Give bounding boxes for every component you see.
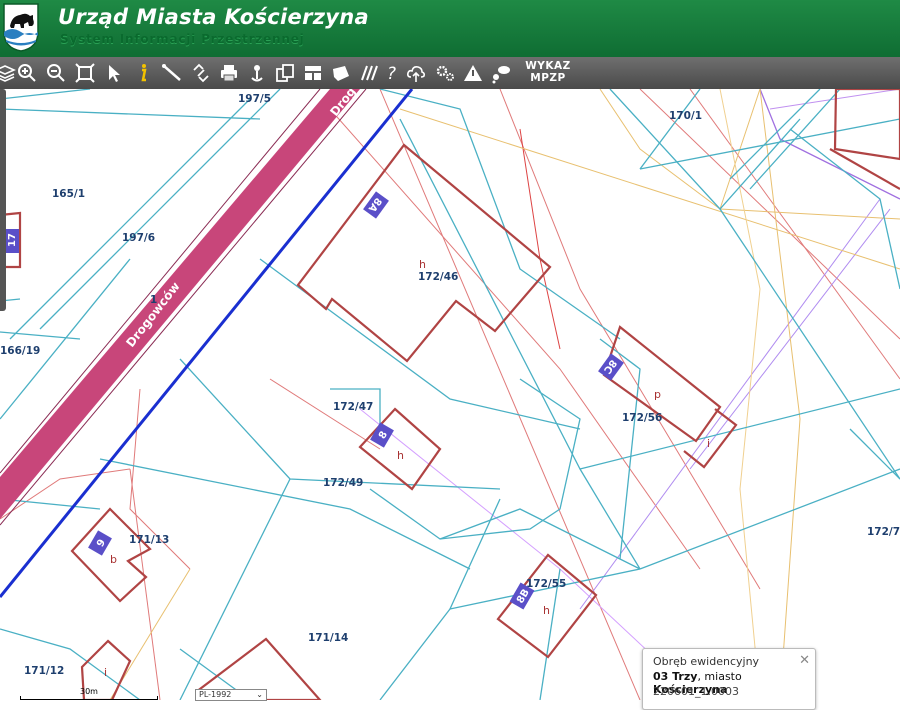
layout-icon[interactable] [300, 60, 326, 86]
wykaz-mpzp-button[interactable]: WYKAZ MPZP [522, 60, 574, 86]
info-popup: ✕ Obręb ewidencyjny 03 Trzy, miasto Kośc… [642, 648, 816, 710]
side-panel-handle[interactable] [0, 89, 6, 311]
scale-label: 30m [80, 687, 98, 696]
map-toolbar: ? WYKAZ MPZP [0, 57, 900, 89]
mpzp-label: MPZP [530, 72, 566, 84]
house-number-badge: 8 [370, 422, 394, 448]
chevron-down-icon: ⌄ [256, 690, 263, 699]
parcel-label: 197/5 [238, 93, 271, 105]
link-icon[interactable] [188, 60, 214, 86]
info-icon[interactable] [130, 60, 156, 86]
info-code: 220601_1.0003 [653, 685, 739, 698]
parcel-label: 172/46 [418, 271, 458, 283]
zoom-out-icon[interactable] [43, 60, 69, 86]
parcel-label: 172/47 [333, 401, 373, 413]
settings-icon[interactable] [432, 60, 458, 86]
use-label: h [543, 604, 550, 617]
use-label: p [654, 388, 661, 401]
use-label: b [110, 553, 117, 566]
parcel-label: 166/19 [0, 345, 40, 357]
info-title: Obręb ewidencyjny [653, 655, 760, 668]
parcel-boundaries [0, 89, 900, 700]
app-subtitle: System Informacji Przestrzennej [60, 32, 305, 46]
use-label: i [707, 437, 710, 450]
zoom-extent-icon[interactable] [72, 60, 98, 86]
parcel-label: 172/49 [323, 477, 363, 489]
pointer-icon[interactable] [101, 60, 127, 86]
house-number: 17 [7, 233, 18, 247]
help-icon[interactable]: ? [379, 60, 405, 86]
crs-select[interactable]: PL-1992 ⌄ [195, 689, 267, 701]
scale-bar: 30m [20, 687, 158, 700]
use-label: i [104, 666, 107, 679]
warning-icon[interactable] [460, 60, 486, 86]
print-icon[interactable] [216, 60, 242, 86]
scale-line [20, 696, 158, 700]
parcel-label: 171/14 [308, 632, 348, 644]
parcel-labels: 197/5 170/1 165/1 197/6 172/46 166/19 17… [0, 93, 900, 677]
copy-icon[interactable] [272, 60, 298, 86]
use-label: h [419, 258, 426, 271]
parcel-label: 197/6 [122, 232, 155, 244]
shape-icon[interactable] [328, 60, 354, 86]
road-drogowcow [0, 89, 360, 519]
parcel-label: 172/56 [622, 412, 662, 424]
app-title: Urząd Miasta Kościerzyna [58, 5, 369, 29]
parcel-label: 172/74 [867, 526, 900, 538]
parcel-label: 170/1 [669, 110, 702, 122]
app-header: Urząd Miasta Kościerzyna System Informac… [0, 0, 900, 57]
chat-icon[interactable] [488, 60, 514, 86]
measure-icon[interactable] [159, 60, 185, 86]
precinct-code: 03 Trzy [653, 670, 698, 683]
bear-coat-of-arms-icon[interactable] [2, 2, 40, 52]
map-svg: 197/5 170/1 165/1 197/6 172/46 166/19 17… [0, 89, 900, 700]
precinct-mid: , miasto [697, 670, 742, 683]
parcel-label: 171/12 [24, 665, 64, 677]
svg-text:?: ? [387, 64, 396, 84]
close-icon[interactable]: ✕ [799, 653, 810, 668]
zoom-in-icon[interactable] [14, 60, 40, 86]
road-edge [0, 89, 367, 526]
house-number-badge: 8C [598, 353, 624, 381]
wykaz-label: WYKAZ [525, 60, 571, 72]
parcel-label: 171/13 [129, 534, 169, 546]
use-label: h [397, 449, 404, 462]
parcel-label: 165/1 [52, 188, 85, 200]
crs-value: PL-1992 [199, 690, 232, 699]
location-icon[interactable] [244, 60, 270, 86]
cloud-upload-icon[interactable] [403, 60, 429, 86]
parcel-label: 172/55 [526, 578, 566, 590]
land-use-labels: h h p i b h i [104, 258, 710, 679]
house-number-badge: 9 [88, 530, 112, 556]
map-canvas[interactable]: 197/5 170/1 165/1 197/6 172/46 166/19 17… [0, 89, 900, 700]
